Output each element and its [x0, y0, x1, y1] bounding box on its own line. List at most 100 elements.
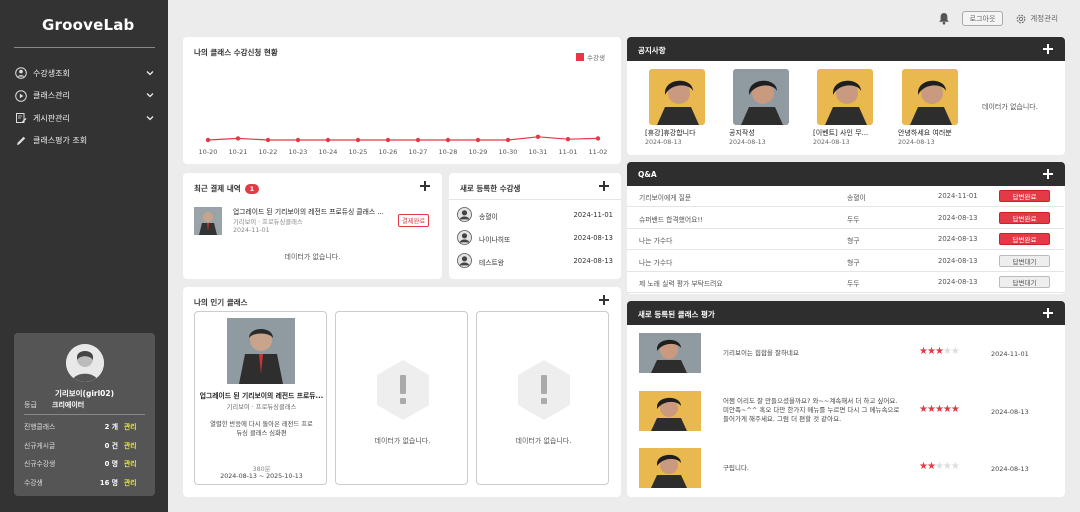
data-point[interactable] [445, 137, 451, 143]
line-chart: 10-20 10-21 10-22 10-23 10-24 10-25 10-26 10-27… [199, 134, 608, 156]
notices-header: 공지사항 [627, 37, 1065, 61]
divider [449, 199, 621, 200]
review-row[interactable]: 구립니다. ★★★★★ 2024-08-13 [627, 448, 1065, 492]
x-tick-label: 10-31 [529, 148, 548, 156]
qa-header: Q&A [627, 162, 1065, 186]
data-point[interactable] [505, 137, 511, 143]
warning-hexagon-icon [518, 360, 570, 420]
stat-label: 수강생 [24, 478, 43, 487]
sidebar-item-label: 수강생조회 [33, 68, 70, 78]
qa-user: 형구 [847, 258, 860, 267]
notice-title: [이벤트] 사인 무... [813, 129, 869, 137]
add-icon[interactable] [1043, 44, 1053, 54]
student-row[interactable]: 테스트왕 2024-08-13 [457, 253, 613, 269]
student-date: 2024-08-13 [573, 234, 613, 242]
notice-item[interactable]: 공지작성 2024-08-13 [729, 69, 804, 149]
data-point[interactable] [595, 136, 601, 141]
student-name: 송혈이 [479, 213, 498, 221]
account-settings-link[interactable]: 계정관리 [1015, 13, 1058, 25]
chevron-down-icon[interactable] [145, 114, 155, 123]
notice-item[interactable]: 안녕하세요 여러분 2024-08-13 [898, 69, 973, 149]
data-point[interactable] [325, 137, 331, 143]
star-icon: ★ [950, 404, 960, 415]
sidebar-item-reviews[interactable]: 클래스평가 조회 [14, 130, 155, 153]
sidebar-divider [14, 47, 155, 48]
qa-status-button[interactable]: 답변대기 [999, 276, 1050, 288]
qa-status-button[interactable]: 답변완료 [999, 190, 1050, 202]
review-thumbnail [639, 391, 701, 431]
account-settings-label: 계정관리 [1030, 14, 1058, 23]
qa-date: 2024-08-13 [938, 213, 978, 222]
edit-board-icon [14, 112, 27, 125]
manage-link[interactable]: 관리 [124, 421, 137, 431]
payment-item-date: 2024-11-01 [233, 227, 270, 234]
notice-thumbnail [817, 69, 873, 125]
data-point[interactable] [235, 136, 241, 141]
sidebar-item-board[interactable]: 게시판관리 [14, 107, 155, 130]
qa-date: 2024-11-01 [938, 192, 978, 200]
notice-title: 안녕하세요 여러분 [898, 129, 952, 137]
review-text: 어쩜 이리도 잘 만들으셨을까요? 와~~계속해서 더 하고 싶어요. 미안족~… [723, 397, 900, 423]
notices-title: 공지사항 [638, 46, 666, 55]
data-point[interactable] [415, 137, 421, 143]
star-icon: ★ [934, 461, 944, 472]
x-tick-label: 11-02 [589, 148, 608, 156]
notice-date: 2024-08-13 [729, 139, 766, 146]
chevron-down-icon[interactable] [145, 91, 155, 100]
data-point[interactable] [205, 137, 211, 143]
add-icon[interactable] [1043, 308, 1053, 318]
qa-row[interactable]: 슈퍼밴드 합격했어요!! 두두 2024-08-13 답변완료 [627, 208, 1064, 229]
app-logo[interactable]: GrooveLab [42, 16, 135, 34]
student-row[interactable]: 송혈이 2024-11-01 [457, 207, 613, 223]
payment-item-title[interactable]: 업그레이드 된 기리보이의 레전드 프로듀싱 클래스 ... [233, 206, 393, 216]
review-row[interactable]: 어쩜 이리도 잘 만들으셨을까요? 와~~계속해서 더 하고 싶어요. 미안족~… [627, 391, 1065, 435]
class-thumbnail [227, 318, 295, 384]
chevron-down-icon[interactable] [145, 69, 155, 78]
add-icon[interactable] [599, 181, 609, 191]
popular-class-card[interactable]: 업그레이드 된 기리보이의 레전드 프로듀... 기리보이 · 프로듀싱클래스 … [194, 311, 327, 485]
qa-date: 2024-08-13 [938, 235, 978, 243]
manage-link[interactable]: 관리 [124, 458, 137, 468]
data-point[interactable] [475, 137, 481, 143]
qa-user: 두두 [847, 280, 860, 288]
stat-value: 2 개 [104, 423, 118, 432]
bell-icon[interactable] [938, 12, 952, 26]
sidebar-item-classes[interactable]: 클래스관리 [14, 85, 155, 108]
class-card-price: 380분 [252, 466, 271, 473]
data-point[interactable] [535, 134, 541, 139]
enrollment-chart-panel: 나의 클래스 수강신청 현황 수강생 10-20 10-21 10-22 10-23 1… [183, 37, 621, 164]
manage-link[interactable]: 관리 [124, 440, 137, 450]
add-icon[interactable] [599, 295, 609, 305]
data-point[interactable] [565, 137, 571, 142]
qa-row[interactable]: 나는 가수다 형구 2024-08-13 답변대기 [627, 251, 1064, 272]
x-tick-label: 10-25 [349, 148, 368, 156]
notice-title: [휴강]휴강합니다 [645, 129, 696, 137]
add-icon[interactable] [1043, 169, 1053, 179]
qa-row[interactable]: 제 노래 실력 평가 부탁드려요 두두 2024-08-13 답변대기 [627, 272, 1064, 293]
notice-item[interactable]: [휴강]휴강합니다 2024-08-13 [645, 69, 720, 149]
stat-label: 신규게시글 [24, 441, 56, 450]
logout-button[interactable]: 로그아웃 [961, 11, 1004, 26]
student-row[interactable]: 나이나히또 2024-08-13 [457, 230, 613, 246]
notice-title: 공지작성 [729, 129, 755, 137]
play-circle-icon [14, 89, 27, 102]
qa-status-button[interactable]: 답변완료 [999, 211, 1050, 224]
notice-item[interactable]: [이벤트] 사인 무... 2024-08-13 [813, 69, 888, 149]
data-point[interactable] [265, 137, 271, 143]
add-icon[interactable] [420, 181, 430, 191]
data-point[interactable] [355, 137, 361, 143]
data-point[interactable] [295, 137, 301, 143]
qa-user: 형구 [847, 237, 860, 245]
review-date: 2024-08-13 [991, 465, 1029, 473]
manage-link[interactable]: 관리 [124, 477, 137, 487]
payment-item-sub: 기리보이 · 프로듀싱클래스 [233, 219, 303, 226]
sidebar-item-students[interactable]: 수강생조회 [14, 62, 155, 85]
data-point[interactable] [385, 137, 391, 143]
x-tick-label: 10-30 [499, 148, 518, 156]
qa-status-button[interactable]: 답변완료 [999, 233, 1050, 245]
qa-status-button[interactable]: 답변대기 [999, 254, 1050, 267]
x-tick-label: 10-22 [259, 148, 278, 156]
qa-row[interactable]: 기리보이에게 질문 송혈이 2024-11-01 답변완료 [627, 186, 1064, 207]
review-row[interactable]: 기리보이는 힙합을 잘하네요 ★★★★★ 2024-11-01 [627, 333, 1065, 377]
qa-row[interactable]: 나는 가수다 형구 2024-08-13 답변완료 [627, 229, 1064, 250]
